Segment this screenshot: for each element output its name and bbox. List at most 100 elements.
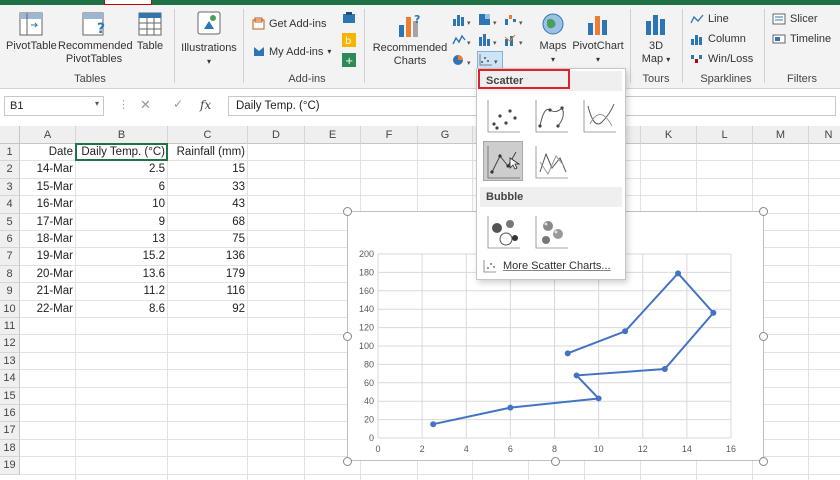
column-header-e[interactable]: E [305,126,361,144]
row-header[interactable]: 6 [0,231,20,249]
maps-button[interactable]: Maps ▾ [536,11,570,66]
row-header[interactable]: 16 [0,405,20,423]
sparkline-line-button[interactable]: Line [690,13,729,25]
bing-icon[interactable]: b [342,33,356,47]
insert-function-icon[interactable]: fx [200,98,211,112]
table-cell[interactable]: 75 [168,231,248,248]
pivottable-button[interactable]: PivotTable [6,11,57,53]
cancel-icon[interactable]: ✕ [140,97,151,113]
bubble-3d-thumb[interactable] [531,211,571,251]
pie-chart-icon[interactable]: ▾ [452,53,474,67]
column-header-g[interactable]: G [418,126,473,144]
row-header[interactable]: 3 [0,178,20,197]
resize-handle[interactable] [551,457,560,466]
recommended-pivottables-button[interactable]: ? Recommended PivotTables [58,11,133,66]
line-chart-icon[interactable]: ▾ [452,33,474,47]
row-header[interactable]: 4 [0,196,20,214]
table-cell[interactable]: 9 [76,214,168,231]
scatter-straight-thumb[interactable] [531,141,571,181]
visio-icon[interactable]: + [342,53,356,67]
row-header[interactable]: 5 [0,213,20,231]
row-header[interactable]: 2 [0,161,20,179]
waterfall-chart-icon[interactable]: ▾ [504,13,526,27]
column-header-d[interactable]: D [248,126,305,144]
table-cell[interactable]: 15.2 [76,248,168,265]
table-cell[interactable]: 11.2 [76,283,168,300]
select-all-corner[interactable] [0,126,20,144]
column-header-k[interactable]: K [641,126,697,144]
table-cell[interactable]: 22-Mar [20,301,76,318]
illustrations-button[interactable]: Illustrations ▾ [180,9,238,68]
scatter-thumb[interactable] [483,95,523,135]
row-header[interactable]: 13 [0,352,20,371]
row-header[interactable]: 15 [0,387,20,405]
row-header[interactable]: 19 [0,457,20,475]
table-cell[interactable]: 20-Mar [20,266,76,283]
more-scatter-charts-link[interactable]: More Scatter Charts... [483,259,611,273]
column-header-m[interactable]: M [753,126,809,144]
table-header-cell[interactable]: Rainfall (mm) [168,144,248,161]
column-chart-icon[interactable]: ▾ [452,13,474,27]
row-header[interactable]: 17 [0,422,20,440]
table-cell[interactable]: 16-Mar [20,196,76,213]
timeline-button[interactable]: Timeline [772,33,831,45]
column-header-l[interactable]: L [697,126,753,144]
resize-handle[interactable] [343,457,352,466]
table-button[interactable]: Table [132,11,168,53]
table-cell[interactable]: 18-Mar [20,231,76,248]
scatter-chart-button[interactable]: ▾ [477,51,503,69]
column-header-f[interactable]: F [361,126,418,144]
table-cell[interactable]: 13 [76,231,168,248]
resize-handle[interactable] [759,457,768,466]
recommended-charts-button[interactable]: ? Recommended Charts [372,11,448,68]
resize-handle[interactable] [343,332,352,341]
row-header[interactable]: 10 [0,300,20,318]
table-cell[interactable]: 33 [168,179,248,196]
table-cell[interactable]: 21-Mar [20,283,76,300]
resize-handle[interactable] [759,207,768,216]
table-header-cell[interactable]: Daily Temp. (°C) [76,144,168,161]
statistic-chart-icon[interactable]: ▾ [478,33,500,47]
table-cell[interactable]: 179 [168,266,248,283]
column-header-n[interactable]: N [809,126,840,144]
scatter-smooth-markers-thumb[interactable] [531,95,571,135]
column-header-a[interactable]: A [20,126,76,144]
row-header[interactable]: 9 [0,283,20,301]
sparkline-column-button[interactable]: Column [690,33,746,45]
row-header[interactable]: 12 [0,335,20,353]
table-cell[interactable]: 14-Mar [20,161,76,178]
row-header[interactable]: 14 [0,370,20,388]
people-graph-icon[interactable] [342,11,356,25]
sparkline-winloss-button[interactable]: Win/Loss [690,53,753,65]
table-cell[interactable]: 92 [168,301,248,318]
bubble-thumb[interactable] [483,211,523,251]
table-cell[interactable]: 2.5 [76,161,168,178]
table-cell[interactable]: 13.6 [76,266,168,283]
my-addins-button[interactable]: My Add-ins ▾ [252,45,331,58]
resize-handle[interactable] [343,207,352,216]
row-header[interactable]: 18 [0,439,20,458]
table-cell[interactable]: 15 [168,161,248,178]
table-cell[interactable]: 136 [168,248,248,265]
slicer-button[interactable]: Slicer [772,13,818,25]
table-cell[interactable]: 43 [168,196,248,213]
table-cell[interactable]: 19-Mar [20,248,76,265]
row-header[interactable]: 8 [0,265,20,284]
table-header-cell[interactable]: Date [20,144,76,161]
table-cell[interactable]: 68 [168,214,248,231]
table-cell[interactable]: 17-Mar [20,214,76,231]
name-box[interactable]: B1 ▾ [4,96,104,116]
enter-icon[interactable]: ✓ [173,97,183,111]
row-header[interactable]: 11 [0,318,20,336]
table-cell[interactable]: 10 [76,196,168,213]
resize-handle[interactable] [759,332,768,341]
3d-map-button[interactable]: 3D Map ▾ [636,11,676,66]
scatter-smooth-thumb[interactable] [579,95,619,135]
hierarchy-chart-icon[interactable]: ▾ [478,13,500,27]
pivotchart-button[interactable]: PivotChart ▾ [572,11,624,66]
column-header-b[interactable]: B [76,126,168,144]
table-cell[interactable]: 116 [168,283,248,300]
row-header[interactable]: 1 [0,144,20,162]
table-cell[interactable]: 8.6 [76,301,168,318]
column-header-c[interactable]: C [168,126,248,144]
